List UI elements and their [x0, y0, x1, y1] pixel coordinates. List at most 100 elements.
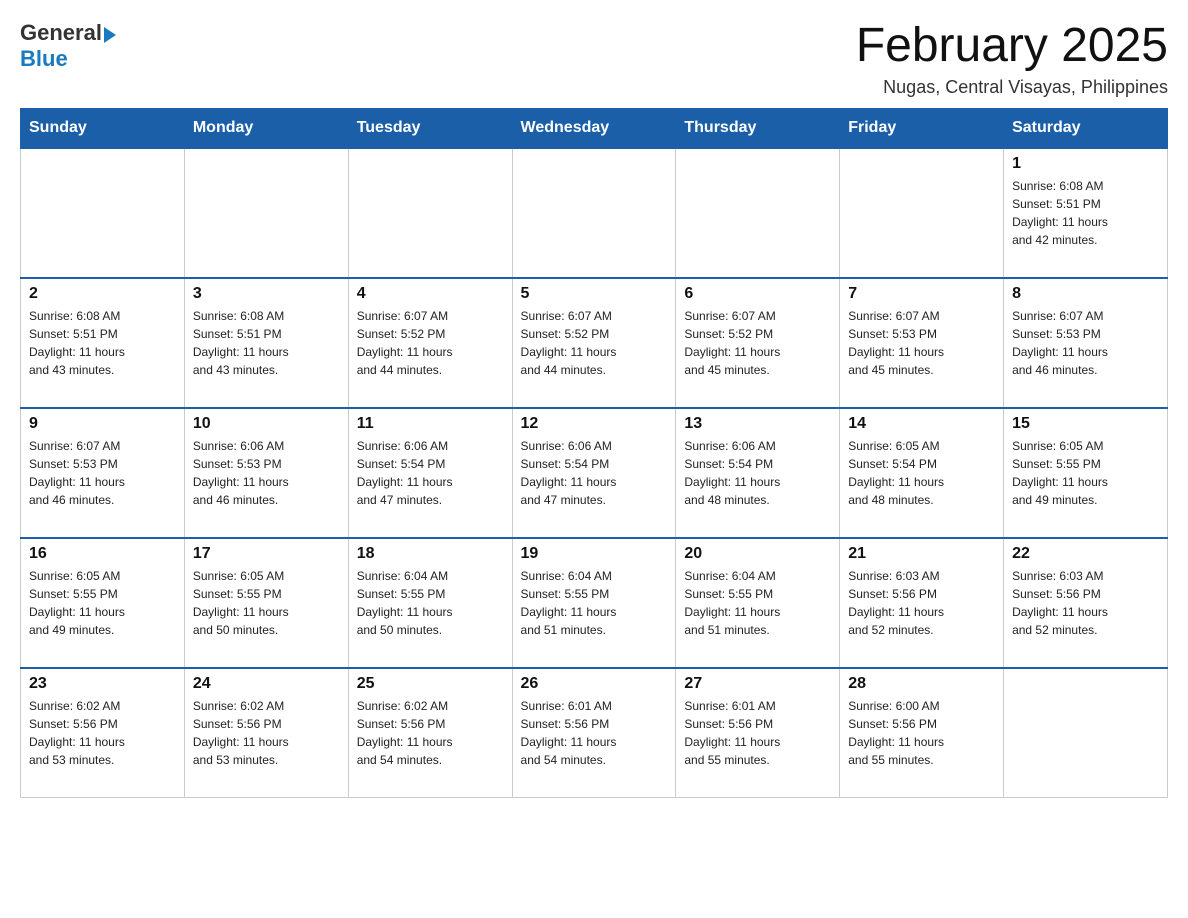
- calendar-day-cell: 12 Sunrise: 6:06 AM Sunset: 5:54 PM Dayli…: [512, 408, 676, 538]
- calendar-day-cell: 9 Sunrise: 6:07 AM Sunset: 5:53 PM Daylig…: [21, 408, 185, 538]
- calendar-day-cell: 3Sunrise: 6:08 AM Sunset: 5:51 PM Daylig…: [184, 278, 348, 408]
- day-of-week-header: Wednesday: [512, 108, 676, 148]
- calendar-day-cell: [21, 148, 185, 278]
- day-info: Sunrise: 6:02 AM Sunset: 5:56 PM Dayligh…: [29, 697, 176, 769]
- day-number: 11: [357, 415, 504, 433]
- calendar-table: SundayMondayTuesdayWednesdayThursdayFrid…: [20, 108, 1168, 799]
- calendar-day-cell: 2 Sunrise: 6:08 AM Sunset: 5:51 PM Daylig…: [21, 278, 185, 408]
- calendar-day-cell: 24 Sunrise: 6:02 AM Sunset: 5:56 PM Dayli…: [184, 668, 348, 798]
- day-info: Sunrise: 6:05 AM Sunset: 5:55 PM Dayligh…: [29, 567, 176, 639]
- day-info: Sunrise: 6:02 AM Sunset: 5:56 PM Dayligh…: [193, 697, 340, 769]
- day-info: Sunrise: 6:02 AM Sunset: 5:56 PM Dayligh…: [357, 697, 504, 769]
- month-title: February 2025: [856, 20, 1168, 73]
- calendar-day-cell: 19 Sunrise: 6:04 AM Sunset: 5:55 PM Dayli…: [512, 538, 676, 668]
- calendar-day-cell: 20 Sunrise: 6:04 AM Sunset: 5:55 PM Dayli…: [676, 538, 840, 668]
- calendar-day-cell: [676, 148, 840, 278]
- day-number: 17: [193, 545, 340, 563]
- day-info: Sunrise: 6:05 AM Sunset: 5:55 PM Dayligh…: [193, 567, 340, 639]
- calendar-week-row: 9 Sunrise: 6:07 AM Sunset: 5:53 PM Daylig…: [21, 408, 1168, 538]
- day-number: 5: [521, 285, 668, 303]
- day-info: Sunrise: 6:05 AM Sunset: 5:55 PM Dayligh…: [1012, 437, 1159, 509]
- calendar-day-cell: 15 Sunrise: 6:05 AM Sunset: 5:55 PM Dayli…: [1004, 408, 1168, 538]
- day-number: 8: [1012, 285, 1159, 303]
- calendar-week-row: 23 Sunrise: 6:02 AM Sunset: 5:56 PM Dayli…: [21, 668, 1168, 798]
- day-info: Sunrise: 6:01 AM Sunset: 5:56 PM Dayligh…: [684, 697, 831, 769]
- logo: General Blue: [20, 20, 116, 72]
- day-number: 19: [521, 545, 668, 563]
- day-number: 9: [29, 415, 176, 433]
- day-number: 16: [29, 545, 176, 563]
- calendar-header-row: SundayMondayTuesdayWednesdayThursdayFrid…: [21, 108, 1168, 148]
- day-number: 15: [1012, 415, 1159, 433]
- calendar-day-cell: [1004, 668, 1168, 798]
- day-number: 23: [29, 675, 176, 693]
- calendar-day-cell: 16 Sunrise: 6:05 AM Sunset: 5:55 PM Dayli…: [21, 538, 185, 668]
- logo-general: General: [20, 20, 102, 46]
- day-info: Sunrise: 6:06 AM Sunset: 5:54 PM Dayligh…: [521, 437, 668, 509]
- calendar-day-cell: 13 Sunrise: 6:06 AM Sunset: 5:54 PM Dayli…: [676, 408, 840, 538]
- day-info: Sunrise: 6:07 AM Sunset: 5:53 PM Dayligh…: [29, 437, 176, 509]
- day-info: Sunrise: 6:05 AM Sunset: 5:54 PM Dayligh…: [848, 437, 995, 509]
- calendar-day-cell: 8 Sunrise: 6:07 AM Sunset: 5:53 PM Daylig…: [1004, 278, 1168, 408]
- calendar-day-cell: 14Sunrise: 6:05 AM Sunset: 5:54 PM Dayli…: [840, 408, 1004, 538]
- calendar-day-cell: 27 Sunrise: 6:01 AM Sunset: 5:56 PM Dayli…: [676, 668, 840, 798]
- calendar-day-cell: [184, 148, 348, 278]
- day-info: Sunrise: 6:00 AM Sunset: 5:56 PM Dayligh…: [848, 697, 995, 769]
- day-number: 24: [193, 675, 340, 693]
- calendar-day-cell: [840, 148, 1004, 278]
- day-number: 26: [521, 675, 668, 693]
- day-number: 6: [684, 285, 831, 303]
- calendar-week-row: 16 Sunrise: 6:05 AM Sunset: 5:55 PM Dayli…: [21, 538, 1168, 668]
- day-info: Sunrise: 6:06 AM Sunset: 5:53 PM Dayligh…: [193, 437, 340, 509]
- day-info: Sunrise: 6:06 AM Sunset: 5:54 PM Dayligh…: [684, 437, 831, 509]
- day-info: Sunrise: 6:03 AM Sunset: 5:56 PM Dayligh…: [1012, 567, 1159, 639]
- title-area: February 2025 Nugas, Central Visayas, Ph…: [856, 20, 1168, 98]
- day-info: Sunrise: 6:04 AM Sunset: 5:55 PM Dayligh…: [521, 567, 668, 639]
- calendar-day-cell: 28 Sunrise: 6:00 AM Sunset: 5:56 PM Dayli…: [840, 668, 1004, 798]
- day-info: Sunrise: 6:03 AM Sunset: 5:56 PM Dayligh…: [848, 567, 995, 639]
- day-number: 22: [1012, 545, 1159, 563]
- day-number: 7: [848, 285, 995, 303]
- calendar-day-cell: 26 Sunrise: 6:01 AM Sunset: 5:56 PM Dayli…: [512, 668, 676, 798]
- calendar-day-cell: 17 Sunrise: 6:05 AM Sunset: 5:55 PM Dayli…: [184, 538, 348, 668]
- logo-arrow-icon: [104, 27, 116, 43]
- calendar-day-cell: 5 Sunrise: 6:07 AM Sunset: 5:52 PM Daylig…: [512, 278, 676, 408]
- day-info: Sunrise: 6:08 AM Sunset: 5:51 PM Dayligh…: [29, 307, 176, 379]
- day-info: Sunrise: 6:07 AM Sunset: 5:53 PM Dayligh…: [1012, 307, 1159, 379]
- calendar-day-cell: 21Sunrise: 6:03 AM Sunset: 5:56 PM Dayli…: [840, 538, 1004, 668]
- day-info: Sunrise: 6:01 AM Sunset: 5:56 PM Dayligh…: [521, 697, 668, 769]
- calendar-day-cell: 25Sunrise: 6:02 AM Sunset: 5:56 PM Dayli…: [348, 668, 512, 798]
- calendar-week-row: 1 Sunrise: 6:08 AM Sunset: 5:51 PM Daylig…: [21, 148, 1168, 278]
- day-number: 1: [1012, 155, 1159, 173]
- calendar-day-cell: 22 Sunrise: 6:03 AM Sunset: 5:56 PM Dayli…: [1004, 538, 1168, 668]
- day-number: 2: [29, 285, 176, 303]
- day-number: 28: [848, 675, 995, 693]
- day-number: 20: [684, 545, 831, 563]
- calendar-day-cell: 23 Sunrise: 6:02 AM Sunset: 5:56 PM Dayli…: [21, 668, 185, 798]
- calendar-day-cell: 18Sunrise: 6:04 AM Sunset: 5:55 PM Dayli…: [348, 538, 512, 668]
- calendar-day-cell: 6 Sunrise: 6:07 AM Sunset: 5:52 PM Daylig…: [676, 278, 840, 408]
- calendar-day-cell: 7 Sunrise: 6:07 AM Sunset: 5:53 PM Daylig…: [840, 278, 1004, 408]
- day-number: 12: [521, 415, 668, 433]
- day-of-week-header: Thursday: [676, 108, 840, 148]
- day-info: Sunrise: 6:08 AM Sunset: 5:51 PM Dayligh…: [193, 307, 340, 379]
- day-number: 10: [193, 415, 340, 433]
- day-number: 4: [357, 285, 504, 303]
- calendar-day-cell: 10 Sunrise: 6:06 AM Sunset: 5:53 PM Dayli…: [184, 408, 348, 538]
- day-of-week-header: Monday: [184, 108, 348, 148]
- calendar-week-row: 2 Sunrise: 6:08 AM Sunset: 5:51 PM Daylig…: [21, 278, 1168, 408]
- day-info: Sunrise: 6:07 AM Sunset: 5:52 PM Dayligh…: [684, 307, 831, 379]
- day-info: Sunrise: 6:07 AM Sunset: 5:52 PM Dayligh…: [521, 307, 668, 379]
- day-info: Sunrise: 6:08 AM Sunset: 5:51 PM Dayligh…: [1012, 177, 1159, 249]
- page-header: General Blue February 2025 Nugas, Centra…: [20, 20, 1168, 98]
- logo-blue: Blue: [20, 46, 68, 72]
- location: Nugas, Central Visayas, Philippines: [856, 77, 1168, 98]
- day-info: Sunrise: 6:07 AM Sunset: 5:53 PM Dayligh…: [848, 307, 995, 379]
- day-info: Sunrise: 6:04 AM Sunset: 5:55 PM Dayligh…: [684, 567, 831, 639]
- calendar-day-cell: 1 Sunrise: 6:08 AM Sunset: 5:51 PM Daylig…: [1004, 148, 1168, 278]
- day-number: 27: [684, 675, 831, 693]
- day-of-week-header: Tuesday: [348, 108, 512, 148]
- day-number: 13: [684, 415, 831, 433]
- calendar-day-cell: [348, 148, 512, 278]
- day-of-week-header: Saturday: [1004, 108, 1168, 148]
